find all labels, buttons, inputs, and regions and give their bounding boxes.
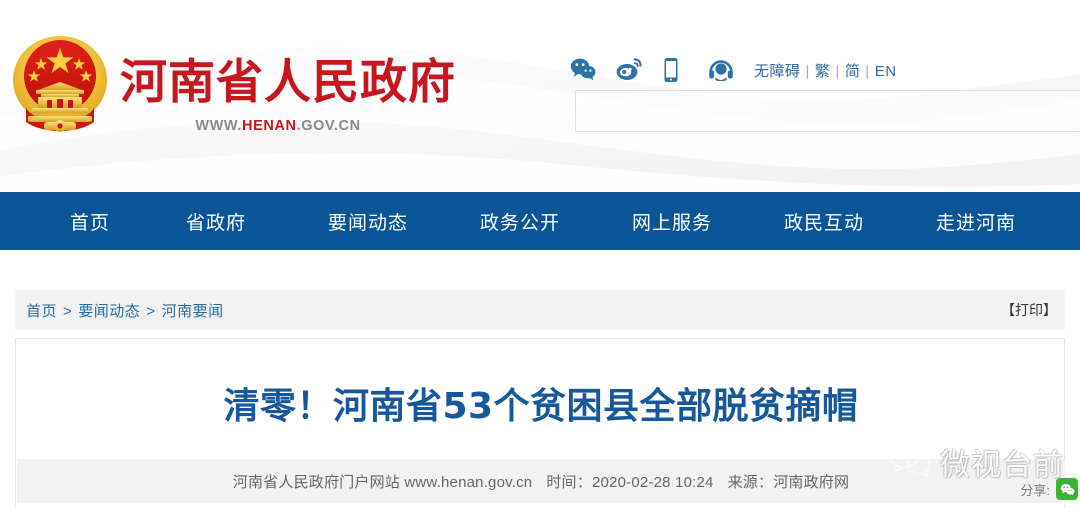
- site-domain-highlight: HENAN: [242, 118, 297, 134]
- nav-item-news[interactable]: 要闻动态: [292, 208, 444, 235]
- weibo-icon[interactable]: [616, 57, 642, 83]
- search-input[interactable]: [576, 91, 1080, 131]
- breadcrumb-bar: 首页 > 要闻动态 > 河南要闻 【打印】: [15, 290, 1065, 330]
- article-card: 清零！河南省53个贫困县全部脱贫摘帽 河南省人民政府门户网站 www.henan…: [15, 338, 1065, 508]
- breadcrumb: 首页 > 要闻动态 > 河南要闻: [26, 300, 224, 321]
- print-button[interactable]: 【打印】: [1001, 300, 1057, 320]
- simplified-chinese-link[interactable]: 简: [845, 63, 861, 80]
- nav-item-provincial-government[interactable]: 省政府: [140, 208, 292, 235]
- accessibility-link[interactable]: 无障碍: [754, 63, 801, 80]
- main-navigation: 首页 省政府 要闻动态 政务公开 网上服务 政民互动 走进河南: [0, 192, 1080, 250]
- breadcrumb-item-home[interactable]: 首页: [26, 303, 57, 320]
- nav-item-government-affairs[interactable]: 政务公开: [444, 208, 596, 235]
- lang-separator-1: |: [805, 63, 810, 80]
- nav-item-about-henan[interactable]: 走进河南: [900, 208, 1052, 235]
- header-social-links: [570, 57, 733, 83]
- site-header: 河南省人民政府 WWW.HENAN.GOV.CN 无障碍 | 繁 | 简 | E…: [0, 0, 1080, 192]
- meta-time-value: 2020-02-28 10:24: [591, 473, 714, 491]
- meta-source-label: 来源：: [727, 473, 774, 491]
- site-domain-suffix: .GOV.CN: [296, 118, 361, 134]
- national-emblem-icon: [8, 30, 112, 142]
- breadcrumb-item-henan-news[interactable]: 河南要闻: [162, 303, 224, 320]
- site-domain-prefix: WWW.: [195, 118, 242, 134]
- breadcrumb-item-news[interactable]: 要闻动态: [78, 303, 140, 320]
- wechat-share-icon[interactable]: [1056, 478, 1078, 500]
- english-link[interactable]: EN: [875, 63, 897, 80]
- wechat-icon[interactable]: [570, 57, 596, 83]
- share-cluster: 分享:: [1020, 478, 1078, 500]
- traditional-chinese-link[interactable]: 繁: [815, 63, 831, 80]
- lang-separator-3: |: [865, 63, 870, 80]
- site-title: 河南省人民政府: [120, 55, 456, 110]
- meta-site-name: 河南省人民政府门户网站: [232, 473, 400, 491]
- nav-item-online-services[interactable]: 网上服务: [596, 208, 748, 235]
- search-box[interactable]: [575, 90, 1080, 132]
- service-headset-icon[interactable]: [708, 57, 733, 83]
- site-domain: WWW.HENAN.GOV.CN: [120, 118, 436, 134]
- logo-text-block: 河南省人民政府 WWW.HENAN.GOV.CN: [120, 55, 456, 135]
- breadcrumb-separator-1: >: [63, 302, 73, 320]
- page-content: 首页 > 要闻动态 > 河南要闻 【打印】 清零！河南省53个贫困县全部脱贫摘帽 河南省…: [0, 250, 1080, 508]
- article-meta-bar: 河南省人民政府门户网站 www.henan.gov.cn 时间：2020-02-2…: [17, 459, 1065, 503]
- meta-site-url: www.henan.gov.cn: [404, 473, 533, 491]
- article-meta-text: 河南省人民政府门户网站 www.henan.gov.cn 时间：2020-02-2…: [233, 471, 849, 492]
- article-title: 清零！河南省53个贫困县全部脱贫摘帽: [223, 386, 859, 427]
- share-label: 分享:: [1020, 482, 1050, 498]
- site-logo[interactable]: 河南省人民政府 WWW.HENAN.GOV.CN: [0, 26, 520, 152]
- meta-source-value: 河南政府网: [773, 473, 850, 491]
- meta-time-label: 时间：: [546, 473, 592, 491]
- mobile-icon[interactable]: [662, 57, 686, 83]
- breadcrumb-separator-2: >: [146, 302, 156, 320]
- lang-separator-2: |: [835, 63, 840, 80]
- page-root: 河南省人民政府 WWW.HENAN.GOV.CN 无障碍 | 繁 | 简 | E…: [0, 0, 1080, 508]
- nav-item-interaction[interactable]: 政民互动: [748, 208, 900, 235]
- language-accessibility-links: 无障碍 | 繁 | 简 | EN: [754, 60, 897, 81]
- nav-item-home[interactable]: 首页: [40, 208, 140, 235]
